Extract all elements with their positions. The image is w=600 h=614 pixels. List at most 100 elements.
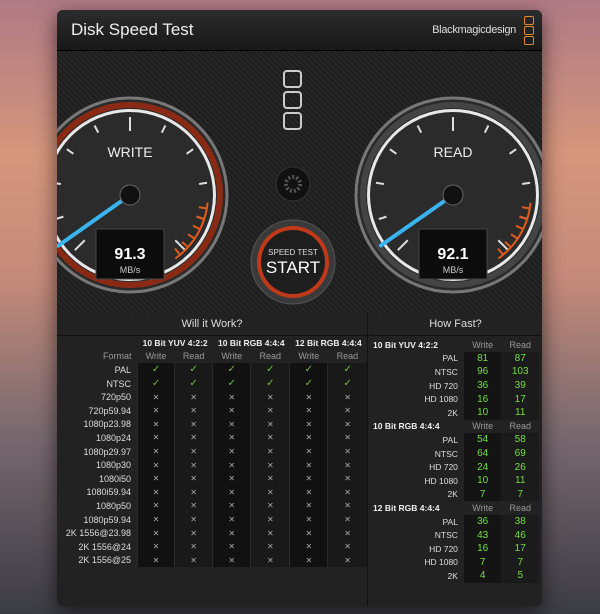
write-fps: 10 [463, 473, 502, 488]
cross-icon: ✕ [174, 417, 213, 432]
format-name: 720p59.94 [88, 405, 131, 416]
write-value: 91.3 [114, 246, 145, 263]
cross-icon: ✕ [136, 526, 175, 540]
cross-icon: ✕ [250, 526, 290, 540]
group-header-row: 10 Bit YUV 4:2:2 Write Read [369, 338, 539, 352]
cross-icon: ✕ [250, 458, 290, 472]
gauge-hub [119, 184, 141, 206]
cross-icon: ✕ [174, 499, 213, 513]
check-icon: ✓ [327, 363, 367, 377]
cross-icon: ✕ [289, 403, 328, 418]
read-header: Read [259, 351, 282, 362]
write-fps: 4 [463, 569, 502, 583]
write-fps: 36 [463, 514, 502, 529]
cross-icon: ✕ [289, 444, 328, 459]
will-it-work-title: Will it Work? [57, 313, 367, 336]
cross-icon: ✕ [212, 444, 251, 459]
format-name: HD 1080 [424, 394, 458, 405]
cross-icon: ✕ [212, 458, 251, 472]
start-button-caption: SPEED TEST [268, 248, 318, 257]
cross-icon: ✕ [136, 471, 175, 486]
write-unit: MB/s [120, 265, 141, 275]
cross-icon: ✕ [212, 471, 251, 486]
cross-icon: ✕ [250, 553, 290, 568]
table-row: NTSC 96 103 [369, 365, 539, 379]
cross-icon: ✕ [327, 512, 367, 527]
table-row: PAL ✓ ✓ ✓ ✓ ✓ ✓ [57, 363, 367, 377]
cross-icon: ✕ [136, 390, 175, 404]
check-icon: ✓ [212, 363, 251, 377]
cross-icon: ✕ [327, 444, 367, 459]
cross-icon: ✕ [212, 526, 251, 540]
cross-icon: ✕ [289, 458, 328, 472]
cross-icon: ✕ [212, 553, 251, 568]
blackmagic-logo-icon [524, 16, 534, 46]
write-fps: 54 [463, 433, 502, 447]
format-name: 1080p59.94 [83, 514, 131, 525]
write-header: Write [472, 502, 494, 513]
settings-icon-stack[interactable] [283, 70, 302, 130]
cross-icon: ✕ [327, 390, 367, 404]
write-fps: 64 [463, 446, 502, 461]
format-name: 1080p29.97 [83, 446, 131, 457]
read-header: Read [509, 502, 531, 513]
format-name: NTSC [106, 378, 132, 389]
read-fps: 17 [501, 392, 539, 406]
write-fps: 10 [463, 405, 502, 420]
cross-icon: ✕ [289, 526, 328, 540]
table-row: PAL 54 58 [369, 433, 539, 447]
group-header-row: 10 Bit RGB 4:4:4 Write Read [369, 420, 539, 434]
cross-icon: ✕ [250, 403, 290, 418]
table-row: PAL 36 38 [369, 514, 539, 529]
read-fps: 69 [501, 446, 539, 461]
format-name: PAL [442, 516, 458, 527]
write-header: Write [472, 421, 494, 432]
cross-icon: ✕ [289, 499, 328, 513]
read-fps: 103 [501, 365, 539, 379]
cross-icon: ✕ [136, 417, 175, 432]
check-icon: ✓ [250, 376, 290, 391]
write-fps: 7 [463, 487, 502, 502]
write-fps: 96 [463, 365, 502, 379]
group-header: 10 Bit YUV 4:2:2 [142, 337, 208, 348]
write-fps: 81 [463, 351, 502, 366]
gear-icon[interactable] [275, 166, 311, 202]
format-name: NTSC [434, 530, 458, 541]
read-fps: 7 [501, 555, 539, 570]
format-name: 2K 1556@25 [78, 555, 131, 566]
window-title: Disk Speed Test [71, 20, 194, 39]
cross-icon: ✕ [212, 403, 251, 418]
format-name: 2K [447, 570, 458, 581]
gauges-svg: WRITE 91.3 MB/s READ 92.1 MB/s SPEED TEST ST… [57, 70, 542, 305]
write-fps: 36 [463, 378, 502, 393]
format-name: 2K 1556@23.98 [65, 528, 131, 539]
format-name: 720p50 [100, 392, 131, 403]
read-fps: 11 [501, 405, 539, 420]
write-header: Write [221, 351, 243, 362]
format-name: NTSC [434, 448, 458, 459]
read-fps: 46 [501, 528, 539, 542]
start-button[interactable]: SPEED TEST START [250, 219, 336, 305]
write-label: WRITE [107, 144, 152, 160]
read-fps: 7 [501, 487, 539, 502]
table-row: 1080p50 ✕ ✕ ✕ ✕ ✕ ✕ [57, 499, 367, 513]
cross-icon: ✕ [174, 539, 213, 554]
cross-icon: ✕ [289, 471, 328, 486]
check-icon: ✓ [289, 376, 328, 391]
write-fps: 24 [463, 460, 502, 474]
cross-icon: ✕ [250, 499, 290, 513]
cross-icon: ✕ [327, 553, 367, 568]
how-fast-title: How Fast? [369, 313, 542, 336]
write-gauge: WRITE 91.3 MB/s [57, 96, 229, 294]
cross-icon: ✕ [136, 403, 175, 418]
read-fps: 5 [501, 569, 539, 583]
how-fast-section: How Fast? 10 Bit YUV 4:2:2 Write Read PAL 81… [369, 313, 542, 606]
table-row: 1080p24 ✕ ✕ ✕ ✕ ✕ ✕ [57, 431, 367, 445]
cross-icon: ✕ [327, 431, 367, 445]
cross-icon: ✕ [289, 431, 328, 445]
read-label: READ [434, 144, 473, 160]
format-name: 1080p24 [95, 432, 131, 443]
table-row: 1080p59.94 ✕ ✕ ✕ ✕ ✕ ✕ [57, 512, 367, 527]
format-header: Format [102, 351, 132, 362]
gauges-panel: WRITE 91.3 MB/s READ 92.1 MB/s SPEED TEST ST… [57, 51, 542, 313]
